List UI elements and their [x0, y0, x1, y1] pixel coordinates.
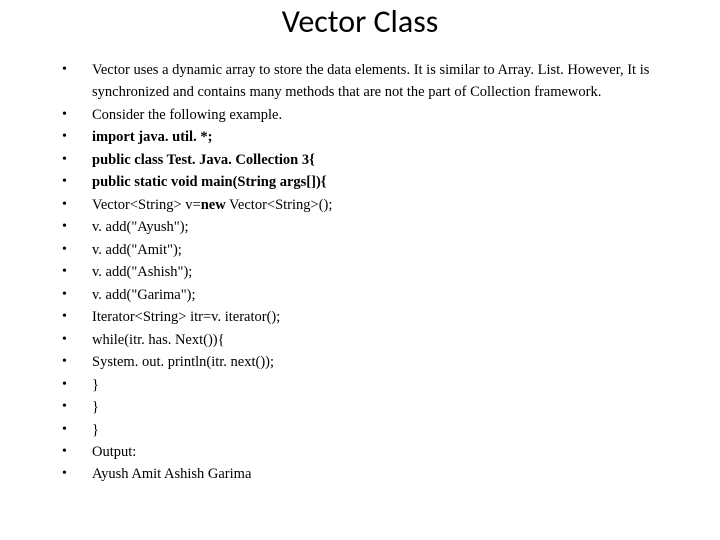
- list-item: System. out. println(itr. next());: [60, 351, 670, 373]
- list-item: Iterator<String> itr=v. iterator();: [60, 306, 670, 328]
- list-item: }: [60, 396, 670, 418]
- slide: Vector Class Vector uses a dynamic array…: [0, 0, 720, 540]
- list-item: Ayush Amit Ashish Garima: [60, 463, 670, 485]
- bullet-list: Vector uses a dynamic array to store the…: [50, 59, 670, 486]
- list-item: import java. util. *;: [60, 126, 670, 148]
- list-item: Consider the following example.: [60, 104, 670, 126]
- list-item: v. add("Garima");: [60, 284, 670, 306]
- list-item: v. add("Ashish");: [60, 261, 670, 283]
- slide-title: Vector Class: [50, 0, 670, 41]
- list-item: public static void main(String args[]){: [60, 171, 670, 193]
- list-item: }: [60, 374, 670, 396]
- list-item: }: [60, 419, 670, 441]
- list-item: Vector<String> v=new Vector<String>();: [60, 194, 670, 216]
- list-item: v. add("Ayush");: [60, 216, 670, 238]
- list-item: Output:: [60, 441, 670, 463]
- list-item: public class Test. Java. Collection 3{: [60, 149, 670, 171]
- list-item: v. add("Amit");: [60, 239, 670, 261]
- list-item: Vector uses a dynamic array to store the…: [60, 59, 670, 104]
- list-item: while(itr. has. Next()){: [60, 329, 670, 351]
